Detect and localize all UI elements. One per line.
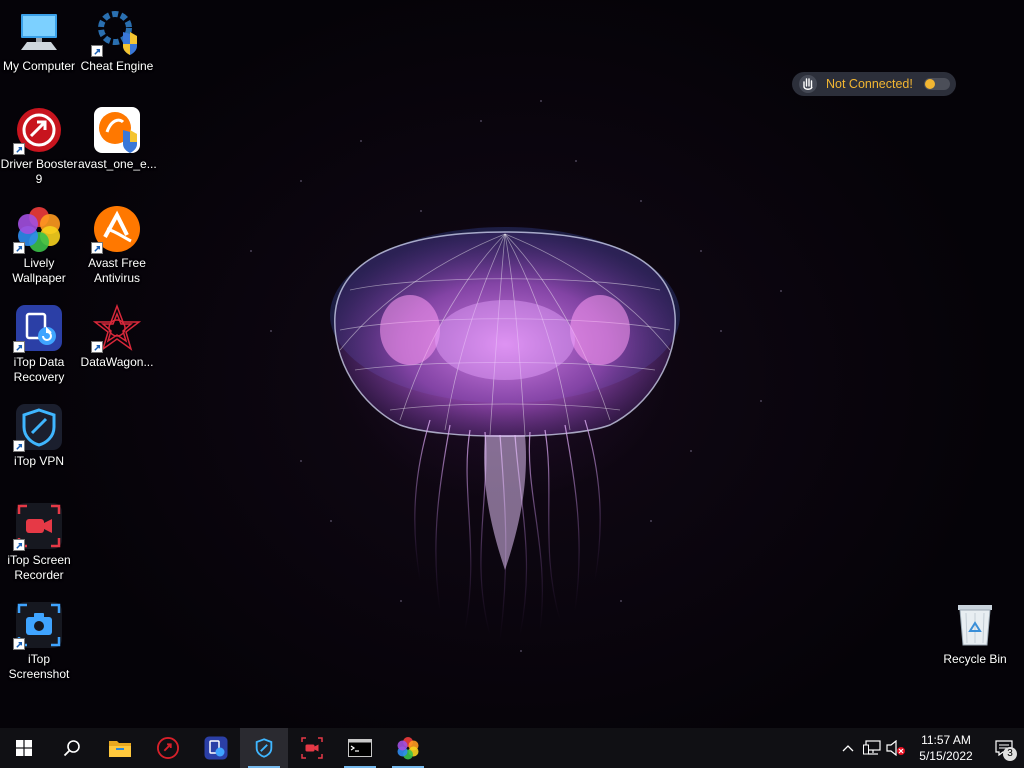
datawagon-icon xyxy=(91,303,142,353)
recycle-bin-icon xyxy=(951,601,999,649)
driver-booster-icon xyxy=(157,737,179,759)
start-button[interactable] xyxy=(0,728,48,768)
desktop-icon-avast-one[interactable]: avast_one_e... xyxy=(78,106,157,172)
desktop-icon-label: Driver Booster 9 xyxy=(0,157,78,186)
taskbar-driver-booster[interactable] xyxy=(144,728,192,768)
taskbar-itop-screen-recorder[interactable] xyxy=(288,728,336,768)
terminal-icon xyxy=(348,739,372,757)
shortcut-arrow-icon xyxy=(13,242,25,254)
windows-start-icon xyxy=(16,740,32,756)
lively-wallpaper-icon xyxy=(397,737,419,760)
my-computer-icon xyxy=(15,8,63,56)
taskbar-itop-data-recovery[interactable] xyxy=(192,728,240,768)
desktop-icon-itop-screen-recorder[interactable]: iTop Screen Recorder xyxy=(0,502,78,583)
desktop-icon-itop-data-recovery[interactable]: iTop Data Recovery xyxy=(0,304,78,385)
desktop-icon-label: My Computer xyxy=(2,59,76,73)
desktop-icon-cheat-engine[interactable]: Cheat Engine xyxy=(78,8,156,74)
volume-button[interactable] xyxy=(884,728,908,768)
network-icon xyxy=(863,740,881,755)
itop-data-recovery-icon xyxy=(13,304,63,353)
notification-count-badge: 3 xyxy=(1003,747,1017,761)
search-button[interactable] xyxy=(48,728,96,768)
desktop-icon-label: iTop Screen Recorder xyxy=(7,553,71,582)
shortcut-arrow-icon xyxy=(13,539,25,551)
shortcut-arrow-icon xyxy=(91,242,103,254)
itop-screenshot-icon xyxy=(13,601,63,650)
desktop-icon-label: Recycle Bin xyxy=(943,652,1007,666)
clock-date: 5/15/2022 xyxy=(919,749,973,763)
itop-vpn-icon xyxy=(13,403,63,452)
desktop-icon-label: Cheat Engine xyxy=(80,59,154,73)
shortcut-arrow-icon xyxy=(91,45,103,57)
desktop-icon-avast-free-antivirus[interactable]: Avast Free Antivirus xyxy=(78,205,156,286)
network-button[interactable] xyxy=(860,728,884,768)
shortcut-arrow-icon xyxy=(91,341,103,353)
itop-screen-recorder-icon xyxy=(301,737,323,759)
vpn-hand-icon xyxy=(798,74,818,94)
desktop-icon-label: iTop Screenshot xyxy=(8,652,70,681)
desktop-icon-lively-wallpaper[interactable]: Lively Wallpaper xyxy=(0,205,78,286)
desktop-icon-recycle-bin[interactable]: Recycle Bin xyxy=(936,601,1014,667)
taskbar-itop-vpn[interactable] xyxy=(240,728,288,768)
avast-antivirus-icon xyxy=(91,205,141,254)
jellyfish-wallpaper xyxy=(330,227,680,640)
desktop-icon-label: Lively Wallpaper xyxy=(12,256,66,285)
cheat-engine-icon xyxy=(91,8,141,57)
desktop-icon-label: Avast Free Antivirus xyxy=(88,256,146,285)
desktop-icon-driver-booster[interactable]: Driver Booster 9 xyxy=(0,106,78,187)
vpn-connect-toggle[interactable] xyxy=(924,78,950,90)
clock-time: 11:57 AM xyxy=(921,733,971,747)
itop-screen-recorder-icon xyxy=(13,502,63,551)
desktop-icon-label: avast_one_e... xyxy=(78,157,157,171)
desktop-icon-label: iTop Data Recovery xyxy=(13,355,65,384)
chevron-up-icon xyxy=(842,745,854,752)
taskbar-command-prompt[interactable] xyxy=(336,728,384,768)
clock[interactable]: 11:57 AM 5/15/2022 xyxy=(908,732,984,764)
itop-vpn-icon xyxy=(255,738,273,758)
desktop-icon-label: DataWagon... xyxy=(80,355,154,369)
avast-one-installer-icon xyxy=(93,106,141,154)
desktop-background[interactable]: My Computer Cheat Engine Driver Booster … xyxy=(0,0,1024,728)
itop-data-recovery-icon xyxy=(204,736,228,760)
shortcut-arrow-icon xyxy=(13,143,25,155)
folder-icon xyxy=(109,741,131,757)
desktop-icon-itop-screenshot[interactable]: iTop Screenshot xyxy=(0,601,78,682)
desktop-icon-label: iTop VPN xyxy=(13,454,65,468)
system-tray: 11:57 AM 5/15/2022 3 xyxy=(836,728,1024,768)
toggle-knob xyxy=(925,79,935,89)
volume-muted-icon xyxy=(886,740,905,756)
desktop-icon-my-computer[interactable]: My Computer xyxy=(0,8,78,74)
shortcut-arrow-icon xyxy=(13,638,25,650)
taskbar-file-explorer[interactable] xyxy=(96,728,144,768)
desktop-icon-datawagon[interactable]: DataWagon... xyxy=(78,303,156,370)
taskbar: 11:57 AM 5/15/2022 3 xyxy=(0,728,1024,768)
desktop-icon-itop-vpn[interactable]: iTop VPN xyxy=(0,403,78,469)
show-hidden-icons-button[interactable] xyxy=(836,728,860,768)
driver-booster-icon xyxy=(13,106,63,155)
shortcut-arrow-icon xyxy=(13,440,25,452)
vpn-status-text: Not Connected! xyxy=(826,77,913,91)
vpn-status-widget[interactable]: Not Connected! xyxy=(792,72,956,96)
lively-wallpaper-icon xyxy=(13,205,63,254)
shortcut-arrow-icon xyxy=(13,341,25,353)
action-center-button[interactable]: 3 xyxy=(984,728,1024,768)
search-icon xyxy=(63,740,80,757)
taskbar-lively-wallpaper[interactable] xyxy=(384,728,432,768)
